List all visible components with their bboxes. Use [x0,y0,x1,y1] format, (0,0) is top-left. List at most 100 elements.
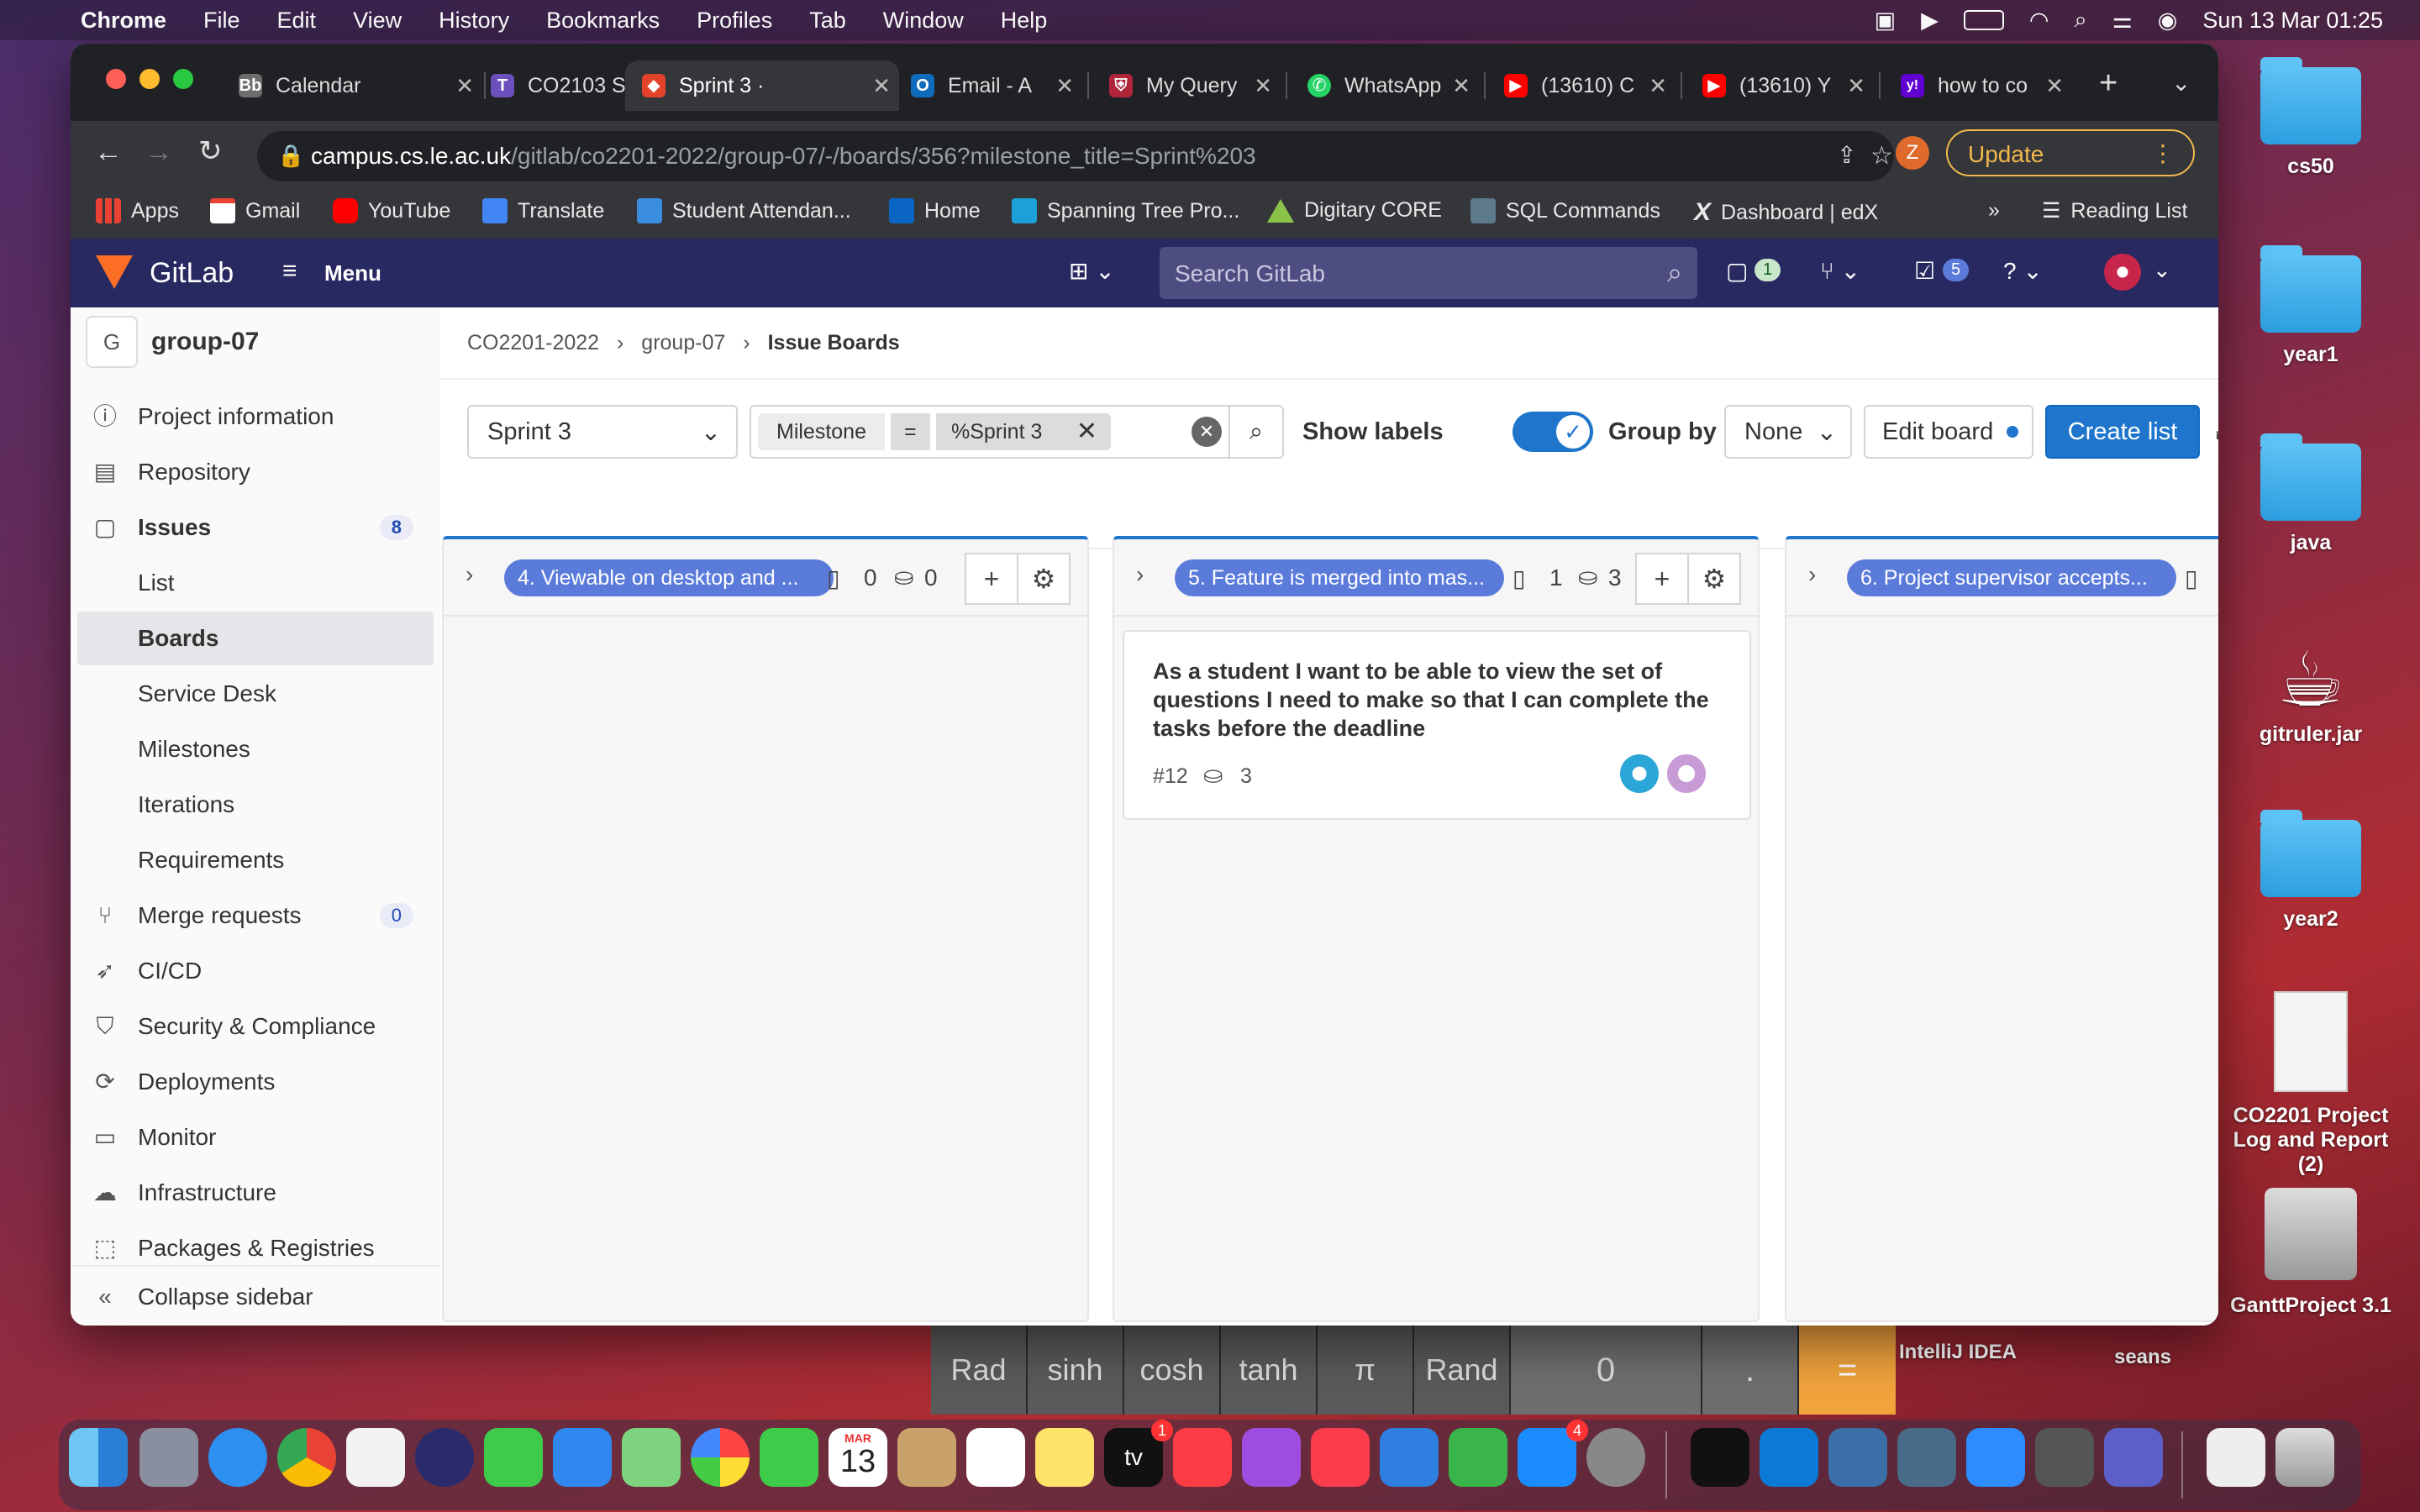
gitlab-brand[interactable]: GitLab [150,257,234,290]
sidebar-subitem-iterations[interactable]: Iterations [71,778,440,832]
collapse-sidebar-button[interactable]: «Collapse sidebar [71,1265,440,1326]
calc-key-pi[interactable]: π [1318,1326,1414,1415]
chrome-icon[interactable] [277,1428,336,1487]
control-center-icon[interactable]: ⚌ [2112,8,2133,34]
desktop-folder-java[interactable]: java [2227,433,2395,555]
launchpad-icon[interactable] [139,1428,198,1487]
sketch-notes-icon[interactable] [346,1428,405,1487]
desktop-folder-year2[interactable]: year2 [2227,810,2395,932]
share-icon[interactable]: ⇪ [1837,141,1856,169]
close-tab-icon[interactable]: ✕ [1847,73,1865,99]
sidebar-item-infrastructure[interactable]: ☁ Infrastructure [71,1166,440,1220]
safari-icon[interactable] [208,1428,267,1487]
desktop-file-co2201-report[interactable]: CO2201 Project Log and Report (2) [2218,991,2403,1177]
sidebar-subitem-requirements[interactable]: Requirements [71,833,440,887]
tab-sprint3[interactable]: ◆ Sprint 3 · ✕ [625,60,899,111]
gitlab-logo-icon[interactable] [96,255,133,289]
add-issue-plus-icon[interactable]: + [1635,553,1689,605]
teams-icon[interactable] [2104,1428,2163,1487]
calc-key-tanh[interactable]: tanh [1221,1326,1318,1415]
tab-search-chevron-icon[interactable]: ⌄ [2171,69,2191,97]
hamburger-icon[interactable]: ≡ [282,257,297,286]
show-labels-toggle[interactable]: ✓ [1512,412,1593,452]
omnibox[interactable]: 🔒 campus.cs.le.ac.uk/gitlab/co2201-2022/… [257,131,1894,181]
menu-button[interactable]: Menu [324,260,381,286]
list-label-pill[interactable]: 4. Viewable on desktop and ... [504,559,834,596]
issues-nav-icon[interactable]: ▢ [1726,257,1748,285]
breadcrumb-group[interactable]: group-07 [641,331,725,354]
numbers-icon[interactable] [1449,1428,1507,1487]
user-avatar[interactable] [2104,254,2141,291]
tab-youtube-1[interactable]: ▶ (13610) C ✕ [1504,60,1676,111]
group-context-header[interactable]: G group-07 [81,316,430,368]
mysql-workbench-icon[interactable] [1828,1428,1887,1487]
eclipse-icon[interactable] [415,1428,474,1487]
bookmark-student-attendance[interactable]: Student Attendan... [637,198,851,223]
chevron-right-icon[interactable]: › [466,561,473,588]
tab-calendar[interactable]: Bb Calendar ✕ [239,60,482,111]
chrome-update-button[interactable]: Update ⋮ [1946,129,2195,176]
system-preferences-icon[interactable] [1586,1428,1645,1487]
bookmark-translate[interactable]: Translate [482,198,604,223]
minimize-window-button[interactable] [139,69,160,89]
edit-board-button[interactable]: Edit board [1864,405,2033,459]
downloads-stack-icon[interactable] [2207,1428,2265,1487]
close-tab-icon[interactable]: ✕ [1055,73,1074,99]
bookmark-apps[interactable]: Apps [96,198,179,223]
sidebar-item-project-information[interactable]: ⓘ Project information [71,390,440,444]
zoom-icon[interactable] [1966,1428,2025,1487]
board-switcher-dropdown[interactable]: Sprint 3 ⌄ [467,405,738,459]
close-tab-icon[interactable]: ✕ [1452,73,1470,99]
calc-key-rand[interactable]: Rand [1414,1326,1511,1415]
filter-token-operator[interactable]: = [891,413,930,450]
contacts-icon[interactable] [897,1428,956,1487]
calc-key-sinh[interactable]: sinh [1028,1326,1124,1415]
close-tab-icon[interactable]: ✕ [872,73,891,99]
close-tab-icon[interactable]: ✕ [1649,73,1667,99]
url-text[interactable]: campus.cs.le.ac.uk/gitlab/co2201-2022/gr… [311,143,1256,170]
calendar-icon[interactable]: MAR 13 [829,1428,887,1487]
reminders-icon[interactable] [966,1428,1025,1487]
bookmarks-overflow-button[interactable]: » [1988,198,2000,223]
vscode-icon[interactable] [1760,1428,1818,1487]
sidebar-item-monitor[interactable]: ▭ Monitor [71,1110,440,1164]
sidebar-subitem-list[interactable]: List [71,556,440,610]
issue-card-title[interactable]: As a student I want to be able to view t… [1153,657,1724,743]
menu-app-name[interactable]: Chrome [81,8,166,34]
maps-icon[interactable] [622,1428,681,1487]
menu-view[interactable]: View [353,8,402,34]
list-settings-gear-icon[interactable]: ⚙ [1017,553,1071,605]
bookmark-sql-commands[interactable]: SQL Commands [1470,198,1660,223]
search-icon[interactable]: ⌕ [1667,257,1682,289]
sidebar-subitem-service-desk[interactable]: Service Desk [71,667,440,721]
reading-list-button[interactable]: ☰ Reading List [2042,198,2187,223]
siri-icon[interactable]: ◉ [2158,8,2178,34]
filter-token-value[interactable]: %Sprint 3 ✕ [936,413,1111,450]
tab-whatsapp[interactable]: ✆ WhatsApp ✕ [1307,60,1479,111]
photos-icon[interactable] [691,1428,750,1487]
messages-icon[interactable] [484,1428,543,1487]
todos-nav-icon[interactable]: ☑ [1914,257,1935,285]
add-issue-plus-icon[interactable]: + [965,553,1018,605]
tab-youtube-2[interactable]: ▶ (13610) Y ✕ [1702,60,1874,111]
facetime-icon[interactable] [760,1428,818,1487]
close-tab-icon[interactable]: ✕ [1254,73,1272,99]
sidebar-item-deployments[interactable]: ⟳ Deployments [71,1055,440,1109]
menu-tab[interactable]: Tab [809,8,846,34]
desktop-folder-cs50[interactable]: cs50 [2227,57,2395,179]
forward-arrow-icon[interactable]: → [145,136,173,169]
filtered-search-bar[interactable]: Milestone = %Sprint 3 ✕ ✕ [750,405,1234,459]
trash-icon[interactable] [2275,1428,2334,1487]
menu-clock[interactable]: Sun 13 Mar 01:25 [2202,8,2383,34]
menu-history[interactable]: History [439,8,509,34]
desktop-folder-year1[interactable]: year1 [2227,245,2395,367]
close-window-button[interactable] [106,69,126,89]
terminal-icon[interactable] [1691,1428,1749,1487]
breadcrumb-course[interactable]: CO2201-2022 [467,331,599,354]
help-icon[interactable]: ? ⌄ [2003,257,2043,285]
close-tab-icon[interactable]: ✕ [2045,73,2064,99]
close-tab-icon[interactable]: ✕ [455,73,474,99]
gitlab-search-input[interactable]: Search GitLab ⌕ [1160,247,1697,299]
group-by-dropdown[interactable]: None ⌄ [1724,405,1852,459]
tab-my-query[interactable]: ⛨ My Query ✕ [1109,60,1281,111]
